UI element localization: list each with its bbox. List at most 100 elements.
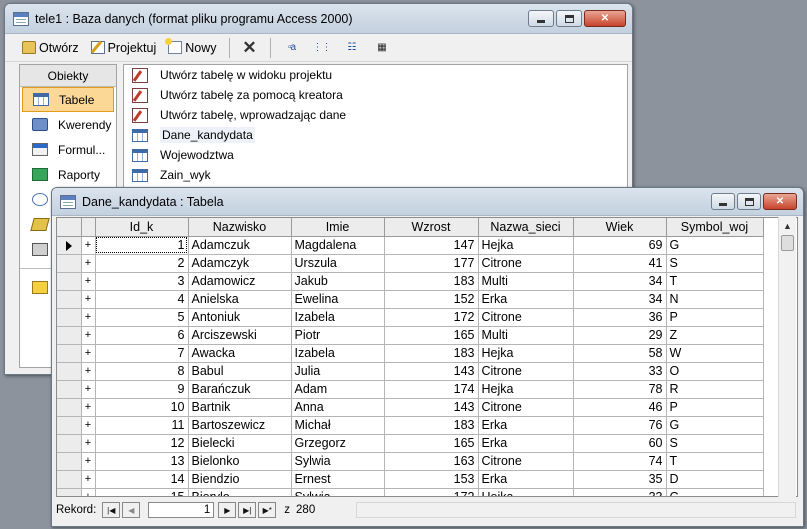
large-icons-button[interactable]: ▫a [280, 37, 304, 59]
table-cell[interactable]: Erka [478, 290, 574, 309]
list-item[interactable]: Utwórz tabelę w widoku projektu [124, 65, 627, 85]
previous-record-button[interactable]: ◀ [122, 502, 141, 518]
record-selector[interactable] [57, 398, 82, 417]
table-cell[interactable]: 33 [573, 488, 667, 496]
table-cell[interactable]: 78 [573, 380, 667, 399]
record-selector[interactable] [57, 326, 82, 345]
table-cell[interactable]: 6 [95, 326, 189, 345]
new-button[interactable]: Nowy [165, 37, 219, 59]
table-cell[interactable]: 183 [384, 272, 479, 291]
column-header[interactable]: Nazwa_sieci [478, 218, 574, 237]
table-cell[interactable]: Multi [478, 326, 574, 345]
vertical-scrollbar[interactable]: ▲ [778, 217, 796, 497]
column-header[interactable]: Nazwisko [188, 218, 292, 237]
table-cell[interactable]: D [666, 470, 764, 489]
table-row[interactable]: +7 Awacka Izabela 183 Hejka 58 W [57, 344, 764, 363]
list-item[interactable]: Wojewodztwa [124, 145, 627, 165]
table-cell[interactable]: 74 [573, 452, 667, 471]
table-cell[interactable]: 1 [95, 236, 189, 255]
table-cell[interactable]: 34 [573, 272, 667, 291]
list-view-button[interactable]: ☷ [340, 37, 364, 59]
small-icons-button[interactable]: ⋮⋮ [310, 37, 334, 59]
table-cell[interactable]: 172 [384, 308, 479, 327]
record-selector[interactable] [57, 470, 82, 489]
table-cell[interactable]: 14 [95, 470, 189, 489]
table-cell[interactable]: C [666, 488, 764, 496]
expand-subdatasheet-button[interactable]: + [81, 470, 96, 489]
table-row[interactable]: +15 Bierylo Sylwia 172 Hejka 33 C [57, 488, 764, 496]
table-cell[interactable]: Sylwia [291, 452, 385, 471]
table-cell[interactable]: 5 [95, 308, 189, 327]
table-cell[interactable]: 3 [95, 272, 189, 291]
table-cell[interactable]: 172 [384, 488, 479, 496]
table-cell[interactable]: Citrone [478, 308, 574, 327]
table-cell[interactable]: Piotr [291, 326, 385, 345]
datasheet-titlebar[interactable]: Dane_kandydata : Tabela ✕ [52, 188, 803, 216]
table-cell[interactable]: 41 [573, 254, 667, 273]
table-cell[interactable]: 8 [95, 362, 189, 381]
table-cell[interactable]: Bartnik [188, 398, 292, 417]
table-cell[interactable]: G [666, 416, 764, 435]
record-selector[interactable] [57, 488, 82, 496]
table-row[interactable]: +5 Antoniuk Izabela 172 Citrone 36 P [57, 308, 764, 327]
record-selector[interactable] [57, 344, 82, 363]
table-cell[interactable]: 177 [384, 254, 479, 273]
table-cell[interactable]: R [666, 380, 764, 399]
table-cell[interactable]: 183 [384, 344, 479, 363]
table-cell[interactable]: 152 [384, 290, 479, 309]
expand-subdatasheet-button[interactable]: + [81, 434, 96, 453]
column-header[interactable]: Wiek [573, 218, 667, 237]
table-row[interactable]: +3 Adamowicz Jakub 183 Multi 34 T [57, 272, 764, 291]
table-cell[interactable]: Arciszewski [188, 326, 292, 345]
table-cell[interactable]: Biendzio [188, 470, 292, 489]
maximize-button[interactable] [737, 193, 761, 210]
table-cell[interactable]: Julia [291, 362, 385, 381]
expand-subdatasheet-button[interactable]: + [81, 488, 96, 496]
maximize-button[interactable] [556, 10, 582, 27]
expand-subdatasheet-button[interactable]: + [81, 398, 96, 417]
table-cell[interactable]: 183 [384, 416, 479, 435]
table-cell[interactable]: Multi [478, 272, 574, 291]
scroll-thumb[interactable] [781, 235, 794, 251]
table-cell[interactable]: Ernest [291, 470, 385, 489]
table-cell[interactable]: Erka [478, 416, 574, 435]
table-row[interactable]: +9 Barańczuk Adam 174 Hejka 78 R [57, 380, 764, 399]
table-cell[interactable]: Awacka [188, 344, 292, 363]
table-cell[interactable]: T [666, 452, 764, 471]
table-row[interactable]: +6 Arciszewski Piotr 165 Multi 29 Z [57, 326, 764, 345]
table-cell[interactable]: T [666, 272, 764, 291]
scroll-up-arrow-icon[interactable]: ▲ [779, 217, 796, 234]
table-cell[interactable]: 15 [95, 488, 189, 496]
table-row[interactable]: +10 Bartnik Anna 143 Citrone 46 P [57, 398, 764, 417]
table-cell[interactable]: 143 [384, 398, 479, 417]
objects-item-queries[interactable]: Kwerendy [20, 112, 116, 137]
column-header[interactable]: Id_k [95, 218, 189, 237]
table-row[interactable]: +2 Adamczyk Urszula 177 Citrone 41 S [57, 254, 764, 273]
objects-header[interactable]: Obiekty [20, 65, 116, 87]
table-row[interactable]: +12 Bielecki Grzegorz 165 Erka 60 S [57, 434, 764, 453]
objects-item-tables[interactable]: Tabele [22, 87, 114, 112]
table-cell[interactable]: 29 [573, 326, 667, 345]
current-record-input[interactable] [148, 502, 215, 518]
table-cell[interactable]: Hejka [478, 380, 574, 399]
list-item[interactable]: Utwórz tabelę, wprowadzając dane [124, 105, 627, 125]
table-cell[interactable]: Hejka [478, 236, 574, 255]
expand-subdatasheet-button[interactable]: + [81, 380, 96, 399]
last-record-button[interactable]: ▶| [238, 502, 257, 518]
table-cell[interactable]: 153 [384, 470, 479, 489]
expand-subdatasheet-button[interactable]: + [81, 254, 96, 273]
table-cell[interactable]: 69 [573, 236, 667, 255]
table-cell[interactable]: W [666, 344, 764, 363]
close-button[interactable]: ✕ [763, 193, 797, 210]
details-view-button[interactable]: ▦ [370, 37, 394, 59]
table-cell[interactable]: Bielecki [188, 434, 292, 453]
table-cell[interactable]: N [666, 290, 764, 309]
table-cell[interactable]: Antoniuk [188, 308, 292, 327]
table-cell[interactable]: 10 [95, 398, 189, 417]
table-cell[interactable]: Babul [188, 362, 292, 381]
table-cell[interactable]: P [666, 398, 764, 417]
delete-button[interactable]: ✕ [239, 37, 261, 59]
table-row[interactable]: +14 Biendzio Ernest 153 Erka 35 D [57, 470, 764, 489]
table-cell[interactable]: Adamczuk [188, 236, 292, 255]
table-row[interactable]: +13 Bielonko Sylwia 163 Citrone 74 T [57, 452, 764, 471]
